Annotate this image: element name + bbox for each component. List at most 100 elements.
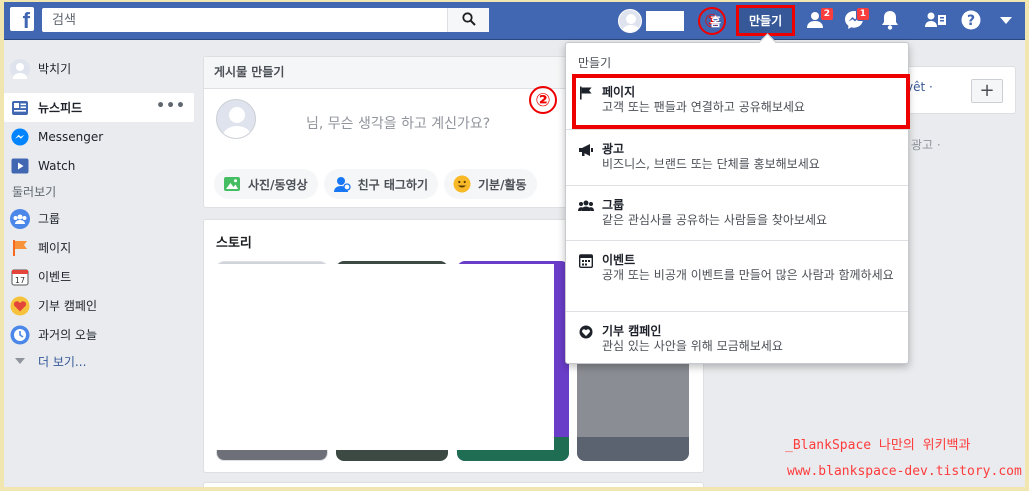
logo-letter: f xyxy=(22,8,30,31)
feeling-activity-label: 기분/활동 xyxy=(478,177,527,192)
friend-requests-button[interactable]: 2 xyxy=(804,2,834,40)
create-group-item[interactable]: 그룹 같은 관심사를 공유하는 사람들을 찾아보세요 xyxy=(566,185,908,240)
facebook-logo[interactable]: f xyxy=(10,7,34,31)
create-event-item[interactable]: 이벤트 공개 또는 비공개 이벤트를 만들어 많은 사람과 함께하세요 xyxy=(566,240,908,311)
groups-icon xyxy=(578,198,594,214)
watermark-line-2: www.blankspace-dev.tistory.com xyxy=(787,464,1022,479)
sidebar-item-watch[interactable]: Watch xyxy=(4,151,194,180)
messages-badge: 1 xyxy=(855,7,870,21)
top-navigation-bar: f ① 홈 만들기 2 xyxy=(4,2,1025,40)
sidebar-item-newsfeed[interactable]: 뉴스피드 ••• xyxy=(4,93,194,122)
photo-icon xyxy=(222,174,242,194)
sidebar-item-groups[interactable]: 그룹 xyxy=(4,204,194,233)
account-menu-button[interactable] xyxy=(992,2,1020,40)
annotation-step-2: ② xyxy=(529,86,557,114)
menu-item-title: 광고 xyxy=(602,142,625,156)
profile-name-redacted xyxy=(646,11,684,31)
add-button[interactable]: + xyxy=(971,79,1003,103)
profile-link[interactable] xyxy=(618,2,684,40)
sidebar-item-label: Watch xyxy=(38,158,76,173)
notifications-button[interactable] xyxy=(876,2,904,40)
calendar-icon: 17 xyxy=(10,267,30,287)
tag-friends-label: 친구 태그하기 xyxy=(357,177,429,192)
watermark-line-1: _BlankSpace 나만의 위키백과 xyxy=(785,438,971,453)
composer-prompt[interactable]: 님, 무슨 생각을 하고 계신가요? xyxy=(306,113,490,133)
see-more-label: 더 보기... xyxy=(38,354,87,369)
more-options-icon[interactable]: ••• xyxy=(156,99,186,113)
sidebar-item-pages[interactable]: 페이지 xyxy=(4,233,194,262)
facebook-window: f ① 홈 만들기 2 xyxy=(4,2,1025,487)
sidebar-item-memories[interactable]: 과거의 오늘 xyxy=(4,320,194,349)
search-input[interactable] xyxy=(42,8,450,32)
sidebar-see-more[interactable]: 더 보기... xyxy=(4,349,194,373)
feeling-activity-button[interactable]: 기분/활동 xyxy=(444,169,537,199)
menu-item-desc: 공개 또는 비공개 이벤트를 만들어 많은 사람과 함께하세요 xyxy=(602,268,894,282)
photo-video-label: 사진/동영상 xyxy=(248,177,308,192)
svg-text:?: ? xyxy=(967,13,975,29)
create-menu-header: 만들기 xyxy=(578,56,612,70)
left-sidebar: 박치기 뉴스피드 ••• Messenger Watch 둘러보기 그룹 페이지… xyxy=(4,54,194,373)
messenger-icon xyxy=(10,127,30,147)
quick-help-button[interactable] xyxy=(922,2,950,40)
sidebar-item-label: 기부 캠페인 xyxy=(38,299,98,313)
avatar xyxy=(10,58,30,79)
help-button[interactable]: ? xyxy=(957,2,985,40)
friend-requests-badge: 2 xyxy=(819,7,834,21)
sidebar-item-profile[interactable]: 박치기 xyxy=(4,54,194,83)
create-dropdown-menu: 만들기 페이지 고객 또는 팬들과 연결하고 공유해보세요 광고 비즈니스, 브… xyxy=(565,42,910,365)
story-preview-overlay xyxy=(216,264,554,450)
search-button[interactable] xyxy=(447,8,489,32)
memories-icon xyxy=(10,325,30,345)
sidebar-section-explore: 둘러보기 xyxy=(12,185,57,199)
avatar xyxy=(618,9,642,33)
create-page-item[interactable]: 페이지 고객 또는 팬들과 연결하고 공유해보세요 xyxy=(566,73,910,129)
avatar xyxy=(216,99,256,139)
search-box xyxy=(42,8,489,32)
menu-item-title: 그룹 xyxy=(602,198,625,212)
photo-video-button[interactable]: 사진/동영상 xyxy=(214,169,318,199)
home-link[interactable]: 홈 xyxy=(710,2,721,40)
tag-friends-button[interactable]: 친구 태그하기 xyxy=(323,169,439,199)
search-icon xyxy=(461,11,476,29)
bell-icon xyxy=(881,10,899,33)
sidebar-item-label: Messenger xyxy=(38,129,104,144)
groups-icon xyxy=(10,208,30,229)
calendar-icon xyxy=(578,253,594,269)
svg-text:17: 17 xyxy=(15,276,25,285)
sidebar-item-label: 그룹 xyxy=(38,212,61,226)
create-fundraiser-item[interactable]: 기부 캠페인 관심 있는 사안을 위해 모금해보세요 xyxy=(566,311,908,365)
messages-button[interactable]: 1 xyxy=(840,2,870,40)
sidebar-item-label: 뉴스피드 xyxy=(38,101,83,115)
sidebar-item-label: 박치기 xyxy=(38,62,72,76)
menu-item-desc: 같은 관심사를 공유하는 사람들을 찾아보세요 xyxy=(602,213,828,227)
menu-item-desc: 관심 있는 사안을 위해 모금해보세요 xyxy=(602,339,783,353)
menu-item-title: 기부 캠페인 xyxy=(602,324,662,338)
menu-item-title: 이벤트 xyxy=(602,253,636,267)
stories-title: 스토리 xyxy=(216,236,252,251)
fundraiser-icon xyxy=(578,324,594,340)
tag-friends-icon xyxy=(332,174,352,194)
right-column-ad-label: 광고 · xyxy=(911,138,941,152)
watch-icon xyxy=(10,156,30,176)
feeling-icon xyxy=(452,174,472,194)
caret-down-icon xyxy=(1000,14,1012,28)
chevron-down-icon xyxy=(10,351,30,371)
composer-actions: 사진/동영상 친구 태그하기 기분/활동 xyxy=(214,169,537,199)
question-icon: ? xyxy=(961,10,981,33)
flag-icon xyxy=(10,238,30,258)
sidebar-item-fundraisers[interactable]: 기부 캠페인 xyxy=(4,291,194,320)
people-shortcut-icon xyxy=(925,11,947,32)
right-column-link[interactable]: vêt · xyxy=(906,80,933,94)
create-ad-item[interactable]: 광고 비즈니스, 브랜드 또는 단체를 홍보해보세요 xyxy=(566,129,908,185)
sidebar-item-label: 이벤트 xyxy=(38,270,72,284)
heart-icon xyxy=(10,296,30,316)
sidebar-item-label: 페이지 xyxy=(38,241,72,255)
sidebar-item-label: 과거의 오늘 xyxy=(38,328,98,342)
annotation-highlight-box xyxy=(572,74,910,129)
create-button[interactable]: 만들기 xyxy=(736,5,796,36)
menu-item-desc: 비즈니스, 브랜드 또는 단체를 홍보해보세요 xyxy=(602,157,820,171)
next-card xyxy=(203,482,704,487)
sidebar-item-events[interactable]: 17 이벤트 xyxy=(4,262,194,291)
sidebar-item-messenger[interactable]: Messenger xyxy=(4,122,194,151)
newsfeed-icon xyxy=(10,98,30,118)
